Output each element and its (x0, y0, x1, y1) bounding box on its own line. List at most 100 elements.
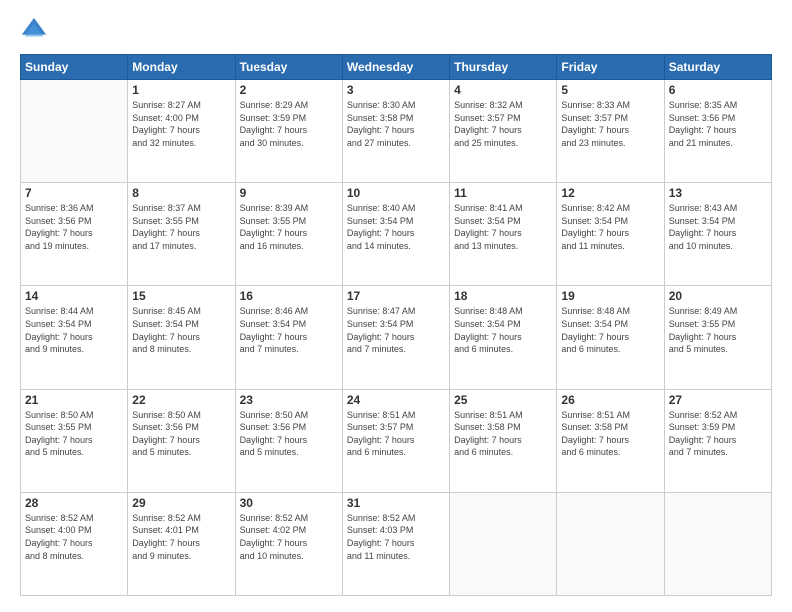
cell-content: Sunrise: 8:50 AM Sunset: 3:56 PM Dayligh… (240, 409, 338, 459)
day-number: 20 (669, 289, 767, 303)
day-number: 4 (454, 83, 552, 97)
calendar-cell: 30 Sunrise: 8:52 AM Sunset: 4:02 PM Dayli… (235, 492, 342, 595)
calendar-cell: 14 Sunrise: 8:44 AM Sunset: 3:54 PM Dayli… (21, 286, 128, 389)
calendar-cell (557, 492, 664, 595)
cell-content: Sunrise: 8:27 AM Sunset: 4:00 PM Dayligh… (132, 99, 230, 149)
day-number: 26 (561, 393, 659, 407)
calendar-cell: 27 Sunrise: 8:52 AM Sunset: 3:59 PM Dayli… (664, 389, 771, 492)
calendar-week-3: 14 Sunrise: 8:44 AM Sunset: 3:54 PM Dayli… (21, 286, 772, 389)
cell-content: Sunrise: 8:48 AM Sunset: 3:54 PM Dayligh… (561, 305, 659, 355)
day-number: 22 (132, 393, 230, 407)
calendar-cell: 2 Sunrise: 8:29 AM Sunset: 3:59 PM Daylig… (235, 80, 342, 183)
cell-content: Sunrise: 8:41 AM Sunset: 3:54 PM Dayligh… (454, 202, 552, 252)
day-number: 31 (347, 496, 445, 510)
column-header-sunday: Sunday (21, 55, 128, 80)
calendar-cell: 18 Sunrise: 8:48 AM Sunset: 3:54 PM Dayli… (450, 286, 557, 389)
calendar-cell: 21 Sunrise: 8:50 AM Sunset: 3:55 PM Dayli… (21, 389, 128, 492)
day-number: 15 (132, 289, 230, 303)
day-number: 24 (347, 393, 445, 407)
cell-content: Sunrise: 8:52 AM Sunset: 4:03 PM Dayligh… (347, 512, 445, 562)
day-number: 28 (25, 496, 123, 510)
cell-content: Sunrise: 8:52 AM Sunset: 4:00 PM Dayligh… (25, 512, 123, 562)
column-header-wednesday: Wednesday (342, 55, 449, 80)
cell-content: Sunrise: 8:46 AM Sunset: 3:54 PM Dayligh… (240, 305, 338, 355)
column-header-monday: Monday (128, 55, 235, 80)
column-header-friday: Friday (557, 55, 664, 80)
calendar-table: SundayMondayTuesdayWednesdayThursdayFrid… (20, 54, 772, 596)
calendar-cell: 17Sunrise: 8:47 AM Sunset: 3:54 PM Dayli… (342, 286, 449, 389)
calendar-cell (664, 492, 771, 595)
calendar-week-2: 7Sunrise: 8:36 AM Sunset: 3:56 PM Daylig… (21, 183, 772, 286)
cell-content: Sunrise: 8:52 AM Sunset: 3:59 PM Dayligh… (669, 409, 767, 459)
day-number: 17 (347, 289, 445, 303)
calendar-cell: 1 Sunrise: 8:27 AM Sunset: 4:00 PM Daylig… (128, 80, 235, 183)
calendar-cell: 3 Sunrise: 8:30 AM Sunset: 3:58 PM Daylig… (342, 80, 449, 183)
cell-content: Sunrise: 8:50 AM Sunset: 3:55 PM Dayligh… (25, 409, 123, 459)
calendar-cell: 7Sunrise: 8:36 AM Sunset: 3:56 PM Daylig… (21, 183, 128, 286)
cell-content: Sunrise: 8:52 AM Sunset: 4:01 PM Dayligh… (132, 512, 230, 562)
day-number: 3 (347, 83, 445, 97)
cell-content: Sunrise: 8:45 AM Sunset: 3:54 PM Dayligh… (132, 305, 230, 355)
cell-content: Sunrise: 8:36 AM Sunset: 3:56 PM Dayligh… (25, 202, 123, 252)
cell-content: Sunrise: 8:48 AM Sunset: 3:54 PM Dayligh… (454, 305, 552, 355)
logo (20, 16, 52, 44)
calendar-cell: 13Sunrise: 8:43 AM Sunset: 3:54 PM Dayli… (664, 183, 771, 286)
day-number: 23 (240, 393, 338, 407)
cell-content: Sunrise: 8:39 AM Sunset: 3:55 PM Dayligh… (240, 202, 338, 252)
calendar-cell: 20Sunrise: 8:49 AM Sunset: 3:55 PM Dayli… (664, 286, 771, 389)
calendar-cell: 28 Sunrise: 8:52 AM Sunset: 4:00 PM Dayli… (21, 492, 128, 595)
day-number: 27 (669, 393, 767, 407)
calendar-cell: 15 Sunrise: 8:45 AM Sunset: 3:54 PM Dayli… (128, 286, 235, 389)
day-number: 21 (25, 393, 123, 407)
column-header-thursday: Thursday (450, 55, 557, 80)
cell-content: Sunrise: 8:40 AM Sunset: 3:54 PM Dayligh… (347, 202, 445, 252)
calendar-cell: 25 Sunrise: 8:51 AM Sunset: 3:58 PM Dayli… (450, 389, 557, 492)
column-header-saturday: Saturday (664, 55, 771, 80)
calendar-header-row: SundayMondayTuesdayWednesdayThursdayFrid… (21, 55, 772, 80)
day-number: 2 (240, 83, 338, 97)
calendar-cell: 29 Sunrise: 8:52 AM Sunset: 4:01 PM Dayli… (128, 492, 235, 595)
calendar-cell: 16Sunrise: 8:46 AM Sunset: 3:54 PM Dayli… (235, 286, 342, 389)
day-number: 29 (132, 496, 230, 510)
cell-content: Sunrise: 8:35 AM Sunset: 3:56 PM Dayligh… (669, 99, 767, 149)
calendar-week-5: 28 Sunrise: 8:52 AM Sunset: 4:00 PM Dayli… (21, 492, 772, 595)
calendar-cell: 9 Sunrise: 8:39 AM Sunset: 3:55 PM Daylig… (235, 183, 342, 286)
cell-content: Sunrise: 8:29 AM Sunset: 3:59 PM Dayligh… (240, 99, 338, 149)
day-number: 9 (240, 186, 338, 200)
calendar-cell: 12 Sunrise: 8:42 AM Sunset: 3:54 PM Dayli… (557, 183, 664, 286)
cell-content: Sunrise: 8:50 AM Sunset: 3:56 PM Dayligh… (132, 409, 230, 459)
calendar-cell: 8 Sunrise: 8:37 AM Sunset: 3:55 PM Daylig… (128, 183, 235, 286)
cell-content: Sunrise: 8:44 AM Sunset: 3:54 PM Dayligh… (25, 305, 123, 355)
day-number: 13 (669, 186, 767, 200)
cell-content: Sunrise: 8:33 AM Sunset: 3:57 PM Dayligh… (561, 99, 659, 149)
cell-content: Sunrise: 8:37 AM Sunset: 3:55 PM Dayligh… (132, 202, 230, 252)
cell-content: Sunrise: 8:32 AM Sunset: 3:57 PM Dayligh… (454, 99, 552, 149)
calendar-week-4: 21 Sunrise: 8:50 AM Sunset: 3:55 PM Dayli… (21, 389, 772, 492)
calendar-cell: 19 Sunrise: 8:48 AM Sunset: 3:54 PM Dayli… (557, 286, 664, 389)
calendar-week-1: 1 Sunrise: 8:27 AM Sunset: 4:00 PM Daylig… (21, 80, 772, 183)
day-number: 1 (132, 83, 230, 97)
day-number: 25 (454, 393, 552, 407)
day-number: 18 (454, 289, 552, 303)
page: SundayMondayTuesdayWednesdayThursdayFrid… (0, 0, 792, 612)
day-number: 5 (561, 83, 659, 97)
day-number: 14 (25, 289, 123, 303)
day-number: 12 (561, 186, 659, 200)
cell-content: Sunrise: 8:51 AM Sunset: 3:58 PM Dayligh… (561, 409, 659, 459)
day-number: 8 (132, 186, 230, 200)
cell-content: Sunrise: 8:51 AM Sunset: 3:58 PM Dayligh… (454, 409, 552, 459)
calendar-cell: 6Sunrise: 8:35 AM Sunset: 3:56 PM Daylig… (664, 80, 771, 183)
day-number: 30 (240, 496, 338, 510)
column-header-tuesday: Tuesday (235, 55, 342, 80)
day-number: 19 (561, 289, 659, 303)
cell-content: Sunrise: 8:30 AM Sunset: 3:58 PM Dayligh… (347, 99, 445, 149)
day-number: 11 (454, 186, 552, 200)
day-number: 10 (347, 186, 445, 200)
header (20, 16, 772, 44)
cell-content: Sunrise: 8:51 AM Sunset: 3:57 PM Dayligh… (347, 409, 445, 459)
cell-content: Sunrise: 8:52 AM Sunset: 4:02 PM Dayligh… (240, 512, 338, 562)
calendar-cell: 24 Sunrise: 8:51 AM Sunset: 3:57 PM Dayli… (342, 389, 449, 492)
calendar-cell (450, 492, 557, 595)
cell-content: Sunrise: 8:42 AM Sunset: 3:54 PM Dayligh… (561, 202, 659, 252)
calendar-cell: 4 Sunrise: 8:32 AM Sunset: 3:57 PM Daylig… (450, 80, 557, 183)
